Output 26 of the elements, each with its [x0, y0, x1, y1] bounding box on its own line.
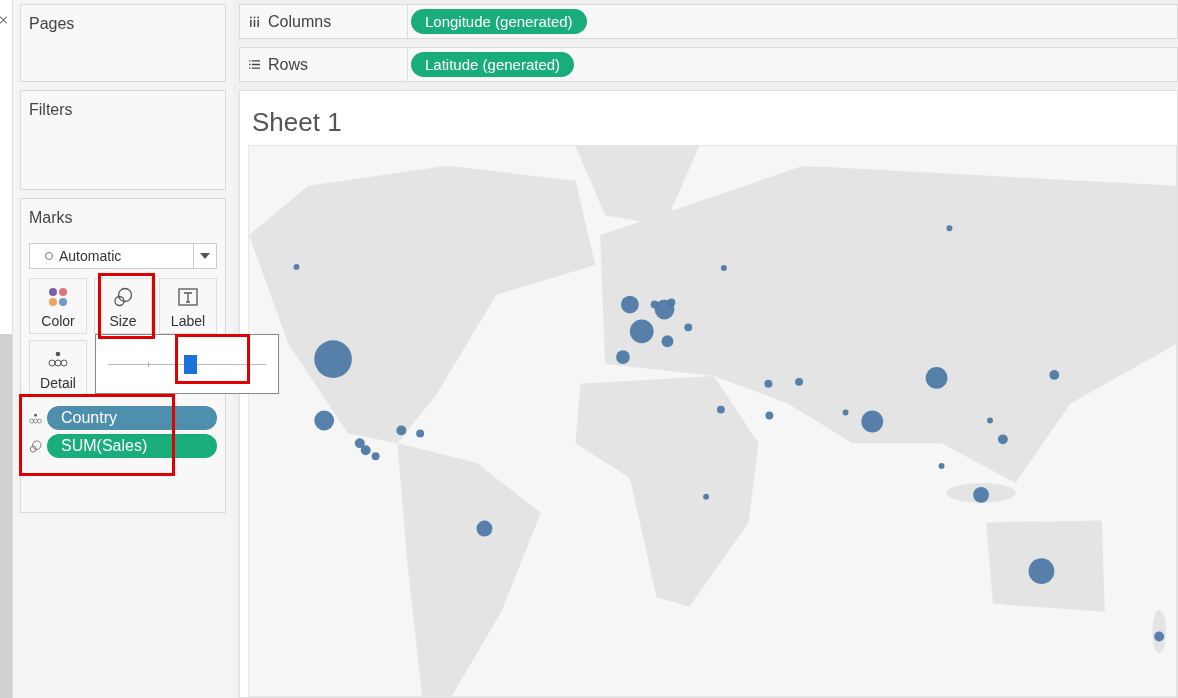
mark-type-dropdown[interactable]: Automatic [29, 243, 217, 269]
circles-icon [113, 287, 133, 307]
field-pill[interactable]: Country [47, 406, 217, 430]
size-slider[interactable] [108, 355, 266, 374]
slider-thumb[interactable] [184, 355, 198, 374]
circle-icon [44, 251, 54, 261]
close-icon[interactable] [0, 16, 7, 24]
detail-dots-icon [29, 411, 42, 425]
marks-card[interactable]: Size [94, 278, 152, 334]
marks-card[interactable]: Color [29, 278, 87, 334]
shelf-label: Rows [268, 55, 308, 74]
highlight-box [98, 273, 155, 339]
circles-icon [29, 439, 42, 453]
panel-title: Pages [29, 15, 75, 33]
rows-icon [249, 59, 260, 70]
columns-icon [249, 16, 260, 27]
panel-title: Marks [29, 209, 73, 227]
marks-card[interactable]: Detail [29, 340, 87, 396]
caret-icon [200, 253, 210, 259]
detail-dots-icon [48, 349, 68, 369]
panel-title: Filters [29, 101, 73, 119]
text-box-icon [178, 287, 198, 307]
sheet-title: Sheet 1 [252, 107, 342, 138]
shelf-label: Columns [268, 12, 332, 31]
marks-card[interactable]: Label [159, 278, 217, 334]
color-dots-icon [48, 287, 68, 307]
